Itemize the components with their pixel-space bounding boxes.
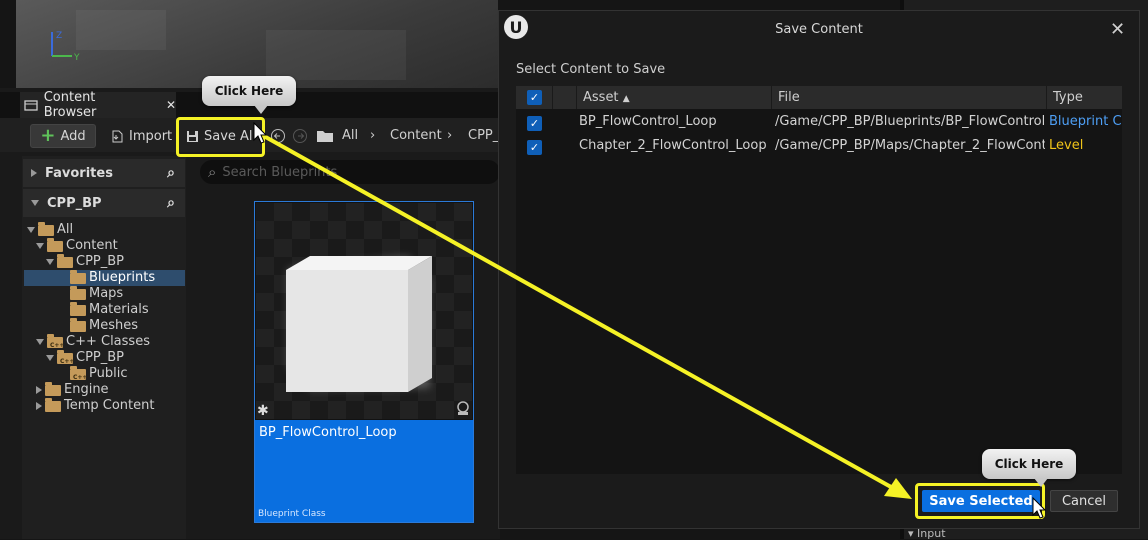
cursor-icon [1032, 497, 1047, 519]
annotation-arrow [261, 133, 912, 499]
cursor-icon [253, 122, 268, 144]
callout-bubble: Click Here [982, 449, 1076, 487]
callout-bubble: Click Here [202, 76, 296, 114]
